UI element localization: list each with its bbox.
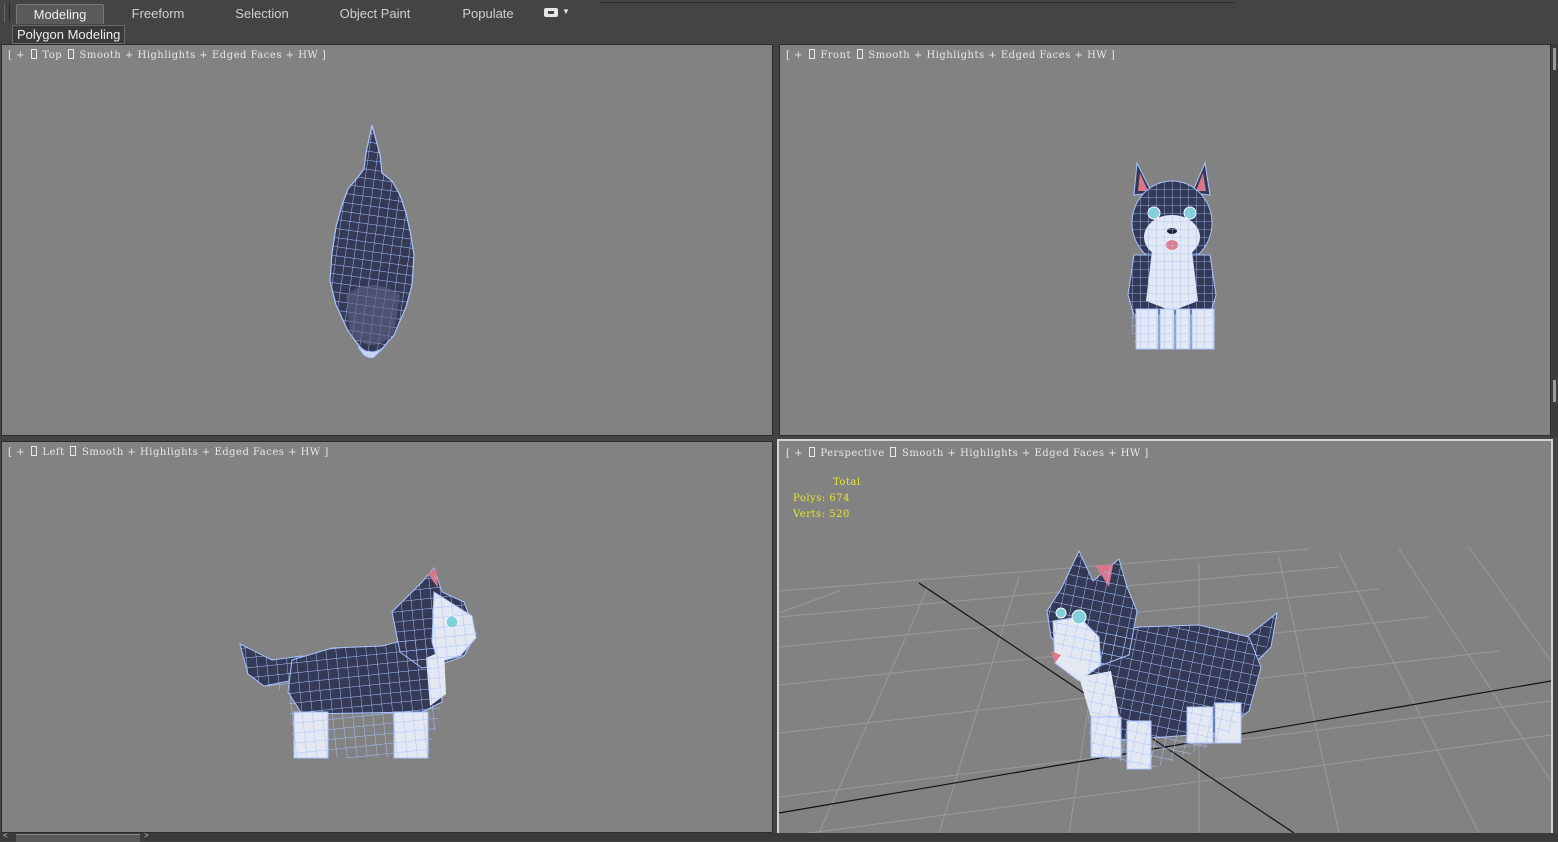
- viewport-left[interactable]: [ + Left Smooth + Highlights + Edged Fac…: [1, 441, 773, 833]
- polygon-modeling-panel-label[interactable]: Polygon Modeling: [12, 25, 126, 44]
- husky-model-front-view[interactable]: [780, 45, 1550, 435]
- husky-model-top-view[interactable]: [2, 45, 772, 435]
- ribbon-panel-row: [0, 24, 1558, 44]
- tab-modeling[interactable]: Modeling: [16, 4, 104, 24]
- scrollbar-thumb-top[interactable]: [1553, 48, 1556, 70]
- time-prev-icon[interactable]: <: [3, 831, 8, 840]
- tab-object-paint[interactable]: Object Paint: [332, 4, 418, 23]
- viewport-front[interactable]: [ + Front Smooth + Highlights + Edged Fa…: [779, 44, 1551, 436]
- ribbon-bar: Modeling Freeform Selection Object Paint…: [0, 0, 1558, 25]
- viewport-perspective[interactable]: [ + Perspective Smooth + Highlights + Ed…: [777, 439, 1553, 835]
- husky-model-perspective-view[interactable]: [779, 441, 1551, 833]
- chevron-down-icon[interactable]: ▼: [562, 7, 570, 16]
- ribbon-toggle-icon[interactable]: [544, 8, 558, 17]
- husky-model-left-view[interactable]: [2, 442, 772, 832]
- tab-freeform[interactable]: Freeform: [118, 4, 198, 23]
- tab-selection[interactable]: Selection: [222, 4, 302, 23]
- viewport-scrollbar[interactable]: [1551, 44, 1558, 437]
- time-slider-track[interactable]: [0, 833, 1558, 841]
- ribbon-grip-handle[interactable]: [4, 3, 10, 22]
- ribbon-divider: [600, 2, 1234, 3]
- tab-populate[interactable]: Populate: [452, 4, 524, 23]
- time-next-icon[interactable]: >: [144, 831, 149, 840]
- scrollbar-thumb-bottom[interactable]: [1553, 380, 1556, 402]
- viewport-top[interactable]: [ + Top Smooth + Highlights + Edged Face…: [1, 44, 773, 436]
